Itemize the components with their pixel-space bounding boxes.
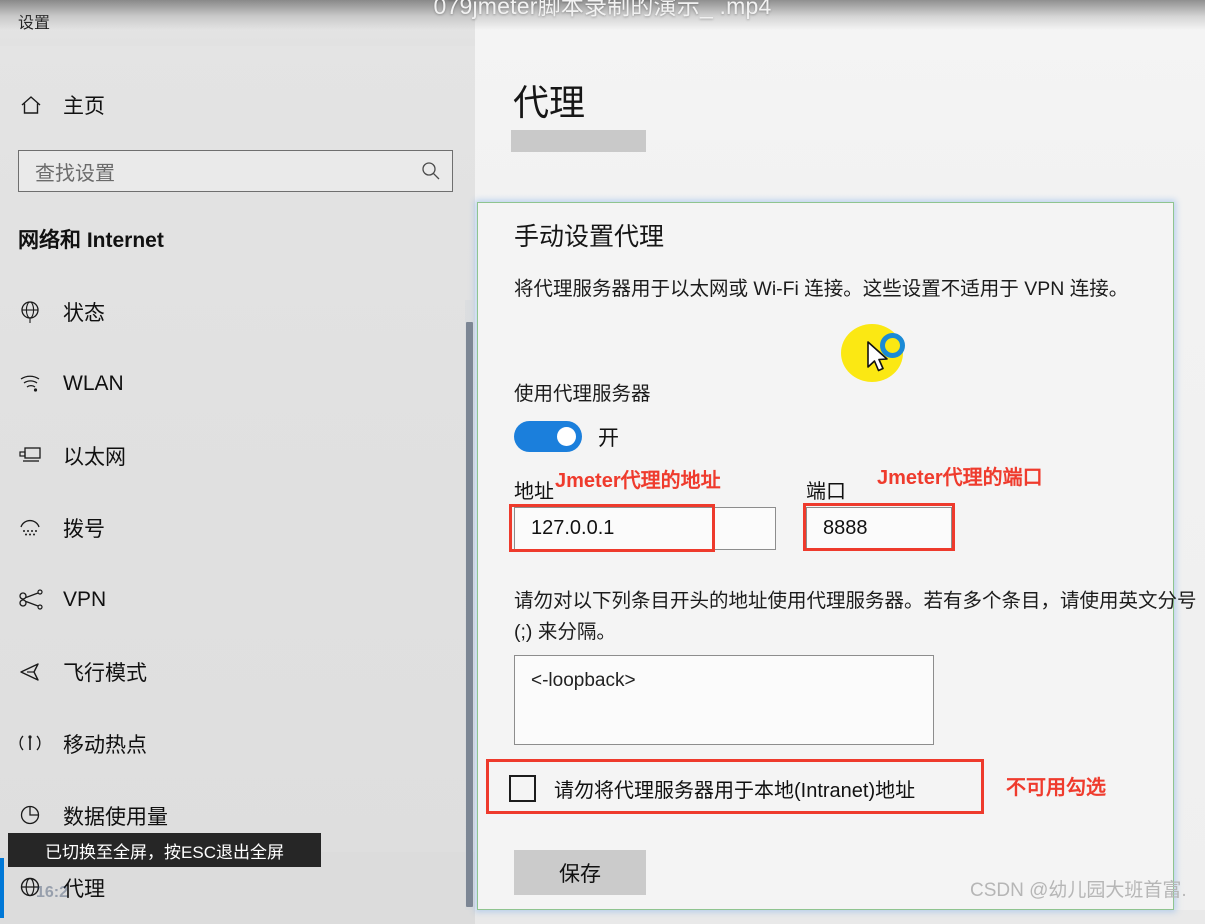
sidebar-item-wlan-label: WLAN [63, 372, 124, 395]
settings-window: 设置 主页 查找设置 网络和 Internet 状态 WLAN 以太网 拨号 V… [0, 0, 476, 924]
address-annotation-box [509, 504, 715, 552]
search-icon[interactable] [420, 160, 442, 182]
sidebar-item-proxy-label: 代理 [63, 878, 105, 901]
search-input[interactable]: 查找设置 [18, 150, 453, 192]
sidebar-item-home-label: 主页 [63, 95, 105, 118]
sidebar-item-airplane-mode-label: 飞行模式 [63, 662, 147, 685]
globe-icon [18, 299, 54, 325]
sidebar-item-dialup[interactable]: 拨号 [0, 492, 475, 564]
search-input-placeholder: 查找设置 [35, 162, 115, 185]
sidebar-item-ethernet-label: 以太网 [63, 446, 126, 469]
proxy-settings-pane: 代理 手动设置代理 将代理服务器用于以太网或 Wi-Fi 连接。这些设置不适用于… [475, 0, 1205, 910]
sidebar-item-wlan[interactable]: WLAN [0, 348, 475, 420]
exceptions-description: 请勿对以下列条目开头的地址使用代理服务器。若有多个条目，请使用英文分号 (;) … [514, 590, 1197, 643]
mouse-cursor-icon [867, 341, 888, 372]
use-proxy-server-label: 使用代理服务器 [514, 383, 651, 405]
csdn-watermark: CSDN @幼儿园大班首富. [970, 880, 1187, 901]
clock-watermark: 16:2 [36, 884, 69, 901]
sidebar-item-home[interactable]: 主页 [0, 79, 475, 131]
sidebar-item-mobile-hotspot[interactable]: 移动热点 [0, 708, 475, 780]
sidebar-nav-list: 状态 WLAN 以太网 拨号 VPN 飞行模式 移动热点 数据使用量 代理 [0, 276, 475, 924]
sidebar-scrollbar-thumb[interactable] [466, 322, 473, 907]
vpn-icon [18, 587, 54, 613]
save-button[interactable]: 保存 [514, 850, 646, 895]
settings-titlebar: 设置 [0, 0, 475, 46]
fullscreen-toast: 已切换至全屏，按ESC退出全屏 [8, 833, 321, 867]
port-label: 端口 [806, 481, 846, 503]
page-title: 代理 [513, 82, 586, 123]
settings-window-title: 设置 [18, 15, 51, 32]
sidebar-item-mobile-hotspot-label: 移动热点 [63, 734, 147, 757]
checkbox-annotation-box [486, 759, 984, 814]
manual-proxy-setup-card: 手动设置代理 将代理服务器用于以太网或 Wi-Fi 连接。这些设置不适用于 VP… [477, 202, 1197, 910]
manual-proxy-description: 将代理服务器用于以太网或 Wi-Fi 连接。这些设置不适用于 VPN 连接。 [514, 278, 1129, 300]
use-proxy-server-toggle[interactable]: 开 [514, 421, 619, 452]
toggle-switch-track[interactable] [514, 421, 582, 452]
sidebar-item-dialup-label: 拨号 [63, 518, 105, 541]
dialup-icon [18, 515, 54, 541]
data-usage-icon [18, 803, 54, 829]
home-icon [18, 92, 52, 118]
toggle-switch-knob [557, 427, 576, 446]
address-label: 地址 [514, 481, 554, 503]
hotspot-icon [18, 731, 54, 757]
sidebar-item-vpn[interactable]: VPN [0, 564, 475, 636]
sidebar-item-status-label: 状态 [63, 302, 105, 325]
checkbox-annotation-label: 不可用勾选 [1006, 777, 1106, 799]
exceptions-textarea[interactable]: <-loopback> [514, 655, 934, 745]
exceptions-textarea-value: <-loopback> [531, 670, 636, 691]
sidebar-category-title: 网络和 Internet [18, 229, 164, 252]
ethernet-icon [18, 443, 54, 469]
wifi-icon [18, 371, 54, 397]
toggle-state-label: 开 [598, 426, 619, 450]
redacted-region [511, 130, 646, 152]
port-annotation-label: Jmeter代理的端口 [877, 467, 1043, 489]
sidebar-item-ethernet[interactable]: 以太网 [0, 420, 475, 492]
airplane-icon [18, 659, 54, 685]
port-annotation-box [803, 503, 955, 551]
sidebar-item-vpn-label: VPN [63, 588, 107, 611]
address-annotation-label: Jmeter代理的地址 [555, 470, 721, 492]
sidebar-item-status[interactable]: 状态 [0, 276, 475, 348]
sidebar-item-airplane-mode[interactable]: 飞行模式 [0, 636, 475, 708]
manual-proxy-heading: 手动设置代理 [514, 223, 665, 251]
sidebar-item-data-usage-label: 数据使用量 [63, 806, 168, 829]
